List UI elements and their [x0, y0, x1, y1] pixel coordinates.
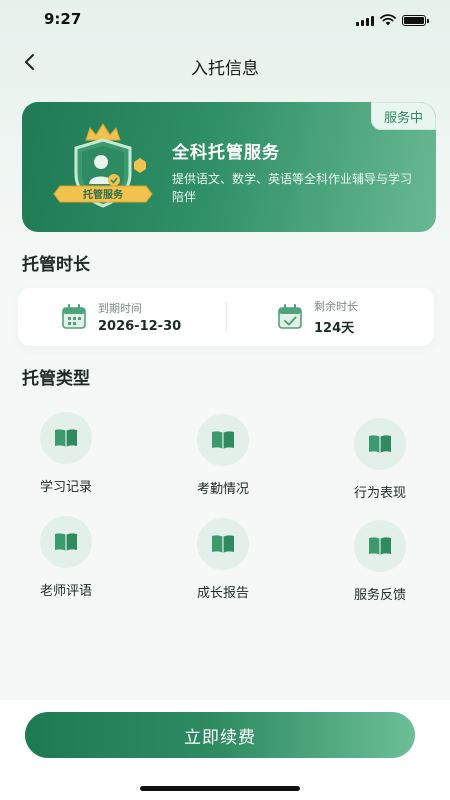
divider	[226, 302, 227, 332]
status-badge: 服务中	[370, 102, 436, 130]
signal-icon	[356, 15, 374, 26]
type-item-attendance[interactable]: 考勤情况	[168, 414, 278, 497]
service-description: 提供语文、数学、英语等全科作业辅导与学习陪伴	[172, 172, 413, 204]
emblem-label: 托管服务	[83, 188, 124, 201]
status-icons	[356, 14, 429, 26]
expire-date-label: 到期时间	[98, 302, 142, 315]
status-bar: 9:27	[0, 0, 450, 36]
home-indicator	[140, 786, 300, 791]
type-label: 行为表现	[353, 486, 406, 501]
book-icon	[197, 518, 249, 570]
duration-section-title: 托管时长	[22, 255, 90, 275]
remaining-value: 124天	[314, 321, 355, 336]
duration-card: 到期时间 2026-12-30 剩余时长 124天	[18, 288, 434, 346]
calendar-icon	[62, 304, 86, 329]
bottom-bar: 立即续费	[0, 700, 450, 800]
nav-bar: 入托信息	[0, 44, 450, 88]
type-item-service-feedback[interactable]: 服务反馈	[325, 520, 435, 603]
type-label: 服务反馈	[353, 588, 406, 603]
type-item-study-records[interactable]: 学习记录	[11, 412, 121, 495]
battery-icon	[402, 14, 429, 26]
calendar-check-icon	[278, 304, 302, 329]
remaining-label: 剩余时长	[314, 300, 358, 313]
type-item-behavior[interactable]: 行为表现	[325, 418, 435, 501]
book-icon	[40, 516, 92, 568]
type-label: 老师评语	[39, 584, 92, 599]
type-label: 学习记录	[39, 480, 92, 495]
service-banner: 服务中 托管服务 全科托管服务 提供语文、数学、英语等全科作业辅导与学习陪伴	[22, 102, 436, 232]
type-label: 成长报告	[196, 586, 249, 601]
expire-date-item: 到期时间 2026-12-30	[60, 288, 181, 346]
service-title: 全科托管服务	[172, 143, 280, 163]
page-title: 入托信息	[191, 59, 259, 79]
renew-button[interactable]: 立即续费	[25, 712, 415, 758]
service-emblem-icon: 托管服务	[53, 123, 153, 208]
status-time: 9:27	[44, 10, 82, 28]
wifi-icon	[380, 14, 396, 26]
book-icon	[354, 418, 406, 470]
book-icon	[40, 412, 92, 464]
book-icon	[354, 520, 406, 572]
type-label: 考勤情况	[196, 482, 249, 497]
type-item-teacher-comments[interactable]: 老师评语	[11, 516, 121, 599]
remaining-item: 剩余时长 124天	[276, 288, 358, 346]
types-section-title: 托管类型	[22, 369, 90, 389]
expire-date-value: 2026-12-30	[98, 319, 182, 334]
book-icon	[197, 414, 249, 466]
type-item-growth-report[interactable]: 成长报告	[168, 518, 278, 601]
